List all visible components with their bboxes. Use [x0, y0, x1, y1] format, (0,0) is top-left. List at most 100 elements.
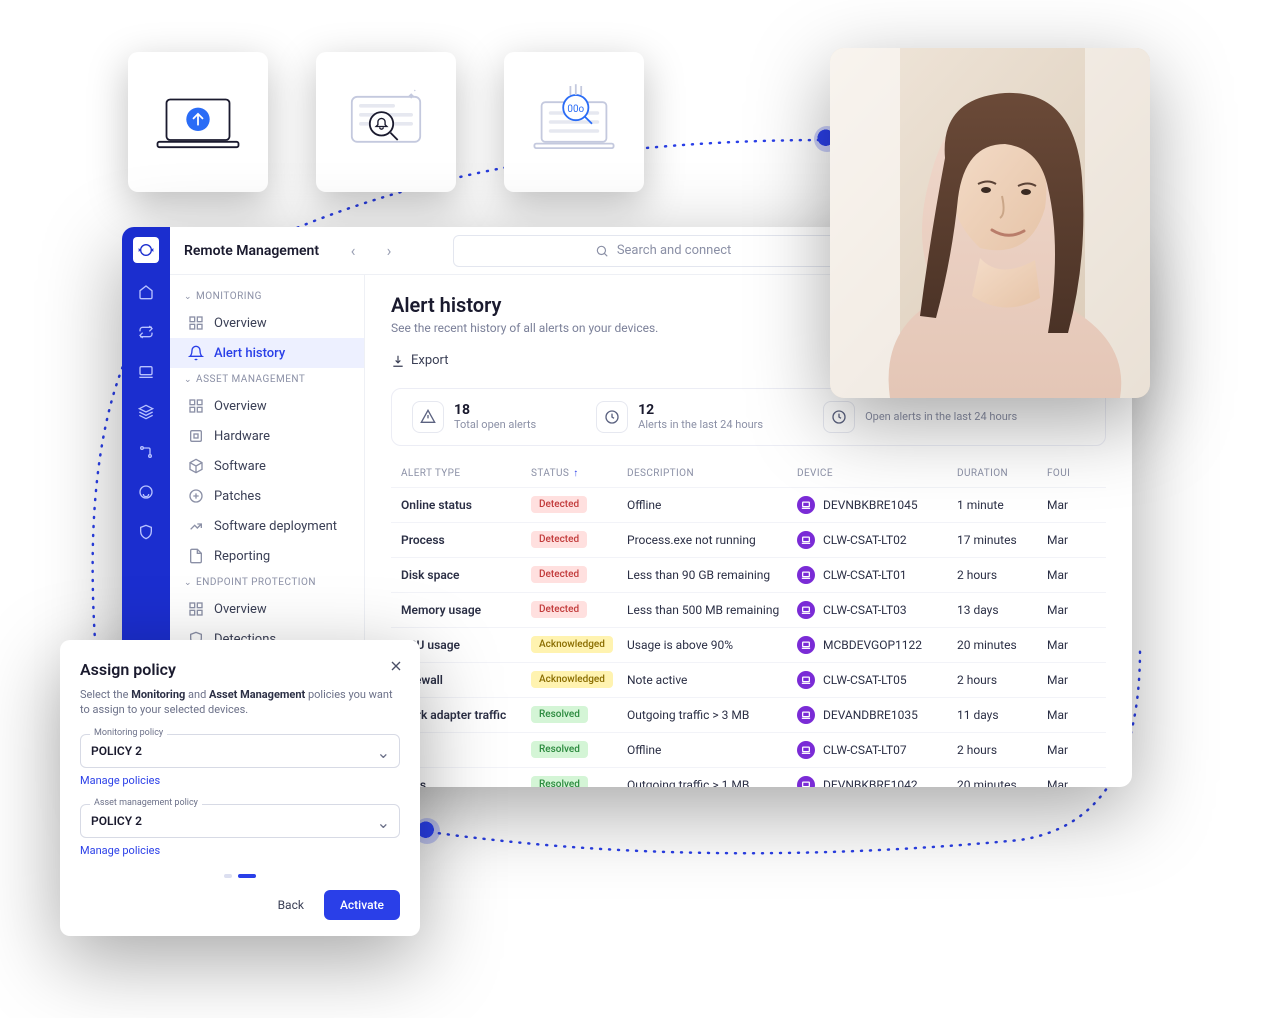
table-row[interactable]: vallResolvedOfflineCLW-CSAT-LT072 hoursM…: [391, 732, 1106, 767]
table-row[interactable]: Online statusDetectedOfflineDEVNBKBRE104…: [391, 487, 1106, 522]
search-input[interactable]: Search and connect: [453, 235, 873, 267]
policy-select[interactable]: POLICY 2: [80, 734, 400, 768]
device-icon: [797, 566, 815, 584]
dialog-description: Select the Monitoring and Asset Manageme…: [80, 687, 400, 718]
table-row[interactable]: Memory usageDetectedLess than 500 MB rem…: [391, 592, 1106, 627]
nav-forward-button[interactable]: ›: [377, 239, 401, 263]
rail-flow-icon[interactable]: [135, 441, 157, 463]
sidebar-item-label: Overview: [214, 399, 267, 414]
rail-shield-icon[interactable]: [135, 521, 157, 543]
close-icon: [388, 658, 404, 674]
export-icon: [391, 354, 405, 368]
col-device[interactable]: DEVICE: [797, 468, 957, 479]
sidebar-item-label: Overview: [214, 316, 267, 331]
cell-alert-type: Disk space: [401, 568, 531, 582]
rail-layers-icon[interactable]: [135, 401, 157, 423]
policy-select-field: Monitoring policyPOLICY 2⌄: [80, 734, 400, 768]
sidebar-item-patches[interactable]: Patches: [170, 481, 364, 511]
cell-status: Detected: [531, 601, 627, 618]
alerts-table: ALERT TYPE STATUS↑ DESCRIPTION DEVICE DU…: [391, 460, 1106, 788]
col-alert-type[interactable]: ALERT TYPE: [401, 468, 531, 479]
cell-device[interactable]: CLW-CSAT-LT07: [797, 741, 957, 759]
cell-device[interactable]: CLW-CSAT-LT02: [797, 531, 957, 549]
rail-home-icon[interactable]: [135, 281, 157, 303]
grid-icon: [188, 601, 204, 617]
sidebar-item-software-deployment[interactable]: Software deployment: [170, 511, 364, 541]
cell-device[interactable]: CLW-CSAT-LT05: [797, 671, 957, 689]
policy-select-field: Asset management policyPOLICY 2⌄: [80, 804, 400, 838]
sidebar-item-label: Hardware: [214, 429, 270, 444]
table-row[interactable]: Disk spaceDetectedLess than 90 GB remain…: [391, 557, 1106, 592]
rail-devices-icon[interactable]: [135, 361, 157, 383]
manage-policies-link[interactable]: Manage policies: [80, 774, 160, 787]
sidebar-item-overview[interactable]: Overview: [170, 391, 364, 421]
dialog-step-dots: [80, 874, 400, 878]
cell-found: Mar: [1047, 743, 1087, 757]
alert-icon: [412, 401, 444, 433]
table-row[interactable]: CPU usageAcknowledgedUsage is above 90%M…: [391, 627, 1106, 662]
cell-description: Note active: [627, 673, 797, 687]
table-row[interactable]: FirewallAcknowledgedNote activeCLW-CSAT-…: [391, 662, 1106, 697]
kpi-value: 12: [638, 402, 763, 418]
sidebar-section-header[interactable]: ⌄ ASSET MANAGEMENT: [170, 368, 364, 391]
cell-device[interactable]: DEVNBKBRE1042: [797, 776, 957, 788]
app-logo-icon[interactable]: [133, 237, 159, 263]
monitor-search-icon: 00o: [529, 77, 619, 167]
cell-alert-type: Process: [401, 533, 531, 547]
breadcrumb: Remote Management: [184, 243, 319, 259]
feature-card-alerts: [316, 52, 456, 192]
device-icon: [797, 671, 815, 689]
cell-alert-type: cess: [401, 778, 531, 788]
sidebar-item-software[interactable]: Software: [170, 451, 364, 481]
back-button[interactable]: Back: [268, 890, 314, 920]
cell-duration: 2 hours: [957, 743, 1047, 757]
device-icon: [797, 636, 815, 654]
cell-found: Mar: [1047, 568, 1087, 582]
deploy-icon: [188, 518, 204, 534]
cell-found: Mar: [1047, 533, 1087, 547]
sidebar-item-label: Overview: [214, 602, 267, 617]
col-duration[interactable]: DURATION: [957, 468, 1047, 479]
cell-description: Process.exe not running: [627, 533, 797, 547]
rail-sync-icon[interactable]: [135, 321, 157, 343]
assign-policy-dialog: Assign policy Select the Monitoring and …: [60, 640, 420, 936]
table-row[interactable]: ProcessDetectedProcess.exe not runningCL…: [391, 522, 1106, 557]
device-icon: [797, 601, 815, 619]
cell-found: Mar: [1047, 778, 1087, 788]
dialog-close-button[interactable]: [388, 658, 404, 678]
manage-policies-link[interactable]: Manage policies: [80, 844, 160, 857]
nav-back-button[interactable]: ‹: [341, 239, 365, 263]
cell-duration: 2 hours: [957, 568, 1047, 582]
table-row[interactable]: work adapter trafficResolvedOutgoing tra…: [391, 697, 1106, 732]
cell-status: Detected: [531, 496, 627, 513]
sidebar-section-header[interactable]: ⌄ MONITORING: [170, 285, 364, 308]
cpu-icon: [188, 428, 204, 444]
cell-status: Resolved: [531, 706, 627, 723]
col-found[interactable]: FOUI: [1047, 468, 1087, 479]
cell-device[interactable]: DEVNBKBRE1045: [797, 496, 957, 514]
search-icon: [595, 244, 609, 258]
cell-description: Outgoing traffic > 1 MB: [627, 778, 797, 788]
sidebar-item-overview[interactable]: Overview: [170, 594, 364, 624]
sidebar-item-hardware[interactable]: Hardware: [170, 421, 364, 451]
cell-duration: 20 minutes: [957, 778, 1047, 788]
policy-select[interactable]: POLICY 2: [80, 804, 400, 838]
sidebar-item-reporting[interactable]: Reporting: [170, 541, 364, 571]
cell-device[interactable]: MCBDEVGOP1122: [797, 636, 957, 654]
cell-device[interactable]: CLW-CSAT-LT03: [797, 601, 957, 619]
cell-found: Mar: [1047, 673, 1087, 687]
activate-button[interactable]: Activate: [324, 890, 400, 920]
sidebar-section-header[interactable]: ⌄ ENDPOINT PROTECTION: [170, 571, 364, 594]
sidebar-item-overview[interactable]: Overview: [170, 308, 364, 338]
col-status[interactable]: STATUS↑: [531, 468, 627, 479]
export-button[interactable]: Export: [391, 353, 449, 368]
cell-alert-type: Online status: [401, 498, 531, 512]
cell-device[interactable]: DEVANDBRE1035: [797, 706, 957, 724]
device-icon: [797, 531, 815, 549]
table-row[interactable]: cessResolvedOutgoing traffic > 1 MBDEVNB…: [391, 767, 1106, 788]
col-description[interactable]: DESCRIPTION: [627, 468, 797, 479]
sidebar-item-alert-history[interactable]: Alert history: [170, 338, 364, 368]
cell-device[interactable]: CLW-CSAT-LT01: [797, 566, 957, 584]
cell-status: Resolved: [531, 741, 627, 758]
rail-support-icon[interactable]: [135, 481, 157, 503]
